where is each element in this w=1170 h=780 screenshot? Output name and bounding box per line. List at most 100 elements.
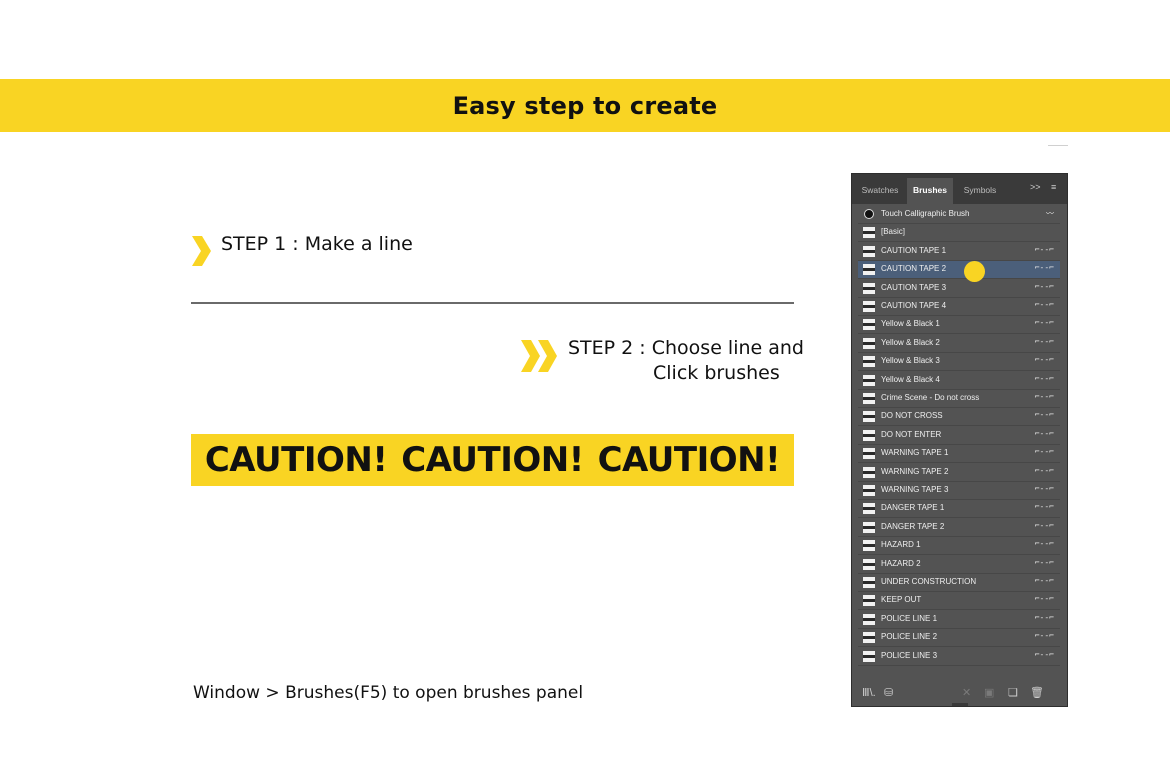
brush-list-item[interactable]: Yellow & Black 4 ⌐--⌐ xyxy=(858,372,1060,390)
brush-list-item[interactable]: Yellow & Black 2 ⌐--⌐ xyxy=(858,335,1060,353)
brush-list-item[interactable]: DO NOT CROSS ⌐--⌐ xyxy=(858,408,1060,427)
brush-list-item[interactable]: KEEP OUT ⌐--⌐ xyxy=(858,592,1060,611)
brush-type-icon: ⌐--⌐ xyxy=(1034,392,1054,401)
brush-list-item[interactable]: WARNING TAPE 3 ⌐--⌐ xyxy=(858,482,1060,500)
brush-type-icon: ⌐--⌐ xyxy=(1034,557,1054,567)
resize-grip[interactable] xyxy=(952,703,968,706)
line-swatch-icon xyxy=(863,650,875,662)
brush-type-icon: ⌐--⌐ xyxy=(1034,484,1054,493)
panel-menu-icon[interactable]: ≡ xyxy=(1051,182,1056,192)
line-swatch-icon xyxy=(863,227,875,239)
brush-list-item[interactable]: WARNING TAPE 2 ⌐--⌐ xyxy=(858,464,1060,482)
brush-list-item[interactable]: Yellow & Black 1 ⌐--⌐ xyxy=(858,316,1060,335)
brush-list-item[interactable]: [Basic] xyxy=(858,224,1060,243)
panel-tab-bar: Swatches Brushes Symbols >> ≡ xyxy=(852,174,1067,204)
brush-list-item[interactable]: HAZARD 1 ⌐--⌐ xyxy=(858,537,1060,556)
brush-options-icon[interactable]: ▣ xyxy=(984,686,994,699)
line-swatch-icon xyxy=(863,466,875,478)
brush-type-icon: ⌐--⌐ xyxy=(1034,649,1054,659)
brush-list-item[interactable]: DANGER TAPE 1 ⌐--⌐ xyxy=(858,500,1060,519)
black-dot-icon xyxy=(863,209,875,220)
instruction-note: Window > Brushes(F5) to open brushes pan… xyxy=(193,683,584,703)
brush-list: Touch Calligraphic Brush 〰 [Basic] CAUTION … xyxy=(858,206,1060,670)
line-swatch-icon xyxy=(863,411,875,423)
brush-type-icon: ⌐--⌐ xyxy=(1034,520,1054,530)
click-indicator xyxy=(964,261,985,282)
brush-name: CAUTION TAPE 1 xyxy=(881,245,947,255)
brush-type-icon: ⌐--⌐ xyxy=(1034,631,1054,641)
line-swatch-icon xyxy=(863,632,875,644)
brush-type-icon: ⌐--⌐ xyxy=(1034,428,1054,438)
brush-type-icon: ⌐--⌐ xyxy=(1034,576,1054,585)
tab-brushes[interactable]: Brushes xyxy=(907,178,953,204)
brush-name: WARNING TAPE 3 xyxy=(881,485,949,494)
brush-type-icon: ⌐--⌐ xyxy=(1034,373,1054,383)
brush-name: Touch Calligraphic Brush xyxy=(881,209,970,218)
brush-type-icon: ⌐--⌐ xyxy=(1034,336,1054,346)
brush-name: CAUTION TAPE 4 xyxy=(881,301,947,310)
step-2-line-1: STEP 2 : Choose line and xyxy=(568,337,804,359)
brush-list-item[interactable]: UNDER CONSTRUCTION ⌐--⌐ xyxy=(858,574,1060,592)
brush-name: POLICE LINE 2 xyxy=(881,632,938,642)
panel-divider xyxy=(1048,145,1068,146)
remove-stroke-icon[interactable]: ✕ xyxy=(962,686,971,699)
brushes-panel: Swatches Brushes Symbols >> ≡ Touch Call… xyxy=(851,173,1068,707)
brush-name: Yellow & Black 4 xyxy=(881,374,940,384)
brush-name: WARNING TAPE 1 xyxy=(881,448,949,458)
caution-word: CAUTION! xyxy=(597,440,781,480)
brush-libraries-icon[interactable]: Ⅲ\. xyxy=(862,686,876,699)
title-banner: Easy step to create xyxy=(0,79,1170,132)
line-swatch-icon xyxy=(863,577,875,588)
line-swatch-icon xyxy=(863,485,875,496)
brush-name: Yellow & Black 1 xyxy=(881,319,940,329)
new-brush-icon[interactable]: ❏ xyxy=(1008,686,1018,699)
brush-list-item[interactable]: POLICE LINE 2 ⌐--⌐ xyxy=(858,629,1060,648)
brush-list-item[interactable]: POLICE LINE 1 ⌐--⌐ xyxy=(858,611,1060,629)
tab-swatches[interactable]: Swatches xyxy=(854,178,906,204)
line-swatch-icon xyxy=(863,429,875,441)
brush-type-icon: ⌐--⌐ xyxy=(1034,263,1054,273)
libraries-panel-icon[interactable]: ⛁ xyxy=(884,686,893,699)
brush-type-icon: ⌐--⌐ xyxy=(1034,502,1054,512)
line-swatch-icon xyxy=(863,301,875,312)
brush-list-item[interactable]: DANGER TAPE 2 ⌐--⌐ xyxy=(858,519,1060,537)
line-swatch-icon xyxy=(863,595,875,607)
tab-symbols[interactable]: Symbols xyxy=(954,178,1006,204)
brush-name: CAUTION TAPE 2 xyxy=(881,264,947,274)
step-1-label: STEP 1 : Make a line xyxy=(221,233,413,255)
brush-list-item[interactable]: Crime Scene - Do not cross ⌐--⌐ xyxy=(858,390,1060,408)
brush-type-icon: ⌐--⌐ xyxy=(1034,465,1054,475)
line-swatch-icon xyxy=(863,393,875,404)
line-swatch-icon xyxy=(863,448,875,460)
dot-shape xyxy=(864,209,874,219)
brush-name: DO NOT CROSS xyxy=(881,411,943,421)
line-swatch-icon xyxy=(863,521,875,533)
line-swatch-icon xyxy=(863,540,875,552)
line-swatch-icon xyxy=(863,264,875,276)
brush-list-item[interactable]: HAZARD 2 ⌐--⌐ xyxy=(858,556,1060,574)
brush-list-item[interactable]: Touch Calligraphic Brush 〰 xyxy=(858,206,1060,224)
brush-list-item[interactable]: DO NOT ENTER ⌐--⌐ xyxy=(858,427,1060,445)
brush-list-item[interactable]: Yellow & Black 3 ⌐--⌐ xyxy=(858,353,1060,372)
brush-type-icon: ⌐--⌐ xyxy=(1034,300,1054,309)
brush-name: HAZARD 2 xyxy=(881,558,921,568)
brush-type-icon: 〰 xyxy=(1046,209,1054,218)
brush-name: [Basic] xyxy=(881,227,906,237)
brush-list-item[interactable]: CAUTION TAPE 4 ⌐--⌐ xyxy=(858,298,1060,316)
line-swatch-icon xyxy=(863,337,875,349)
banner-title: Easy step to create xyxy=(452,91,718,120)
brush-type-icon: ⌐--⌐ xyxy=(1034,355,1054,365)
drawn-line xyxy=(191,302,794,304)
delete-brush-icon[interactable]: 🗑 xyxy=(1030,686,1044,699)
brush-list-item[interactable]: CAUTION TAPE 3 ⌐--⌐ xyxy=(858,280,1060,298)
brush-name: DANGER TAPE 2 xyxy=(881,521,945,531)
brush-list-item[interactable]: POLICE LINE 3 ⌐--⌐ xyxy=(858,648,1060,666)
brush-type-icon: ⌐--⌐ xyxy=(1034,612,1054,622)
brush-name: HAZARD 1 xyxy=(881,540,921,550)
single-chevron-icon xyxy=(192,236,211,266)
double-chevron-icon xyxy=(521,340,557,372)
expand-panel-icon[interactable]: >> xyxy=(1030,182,1041,192)
brush-list-item[interactable]: CAUTION TAPE 1 ⌐--⌐ xyxy=(858,243,1060,261)
brush-list-item[interactable]: WARNING TAPE 1 ⌐--⌐ xyxy=(858,445,1060,464)
brush-list-item[interactable]: CAUTION TAPE 2 ⌐--⌐ xyxy=(858,261,1060,280)
